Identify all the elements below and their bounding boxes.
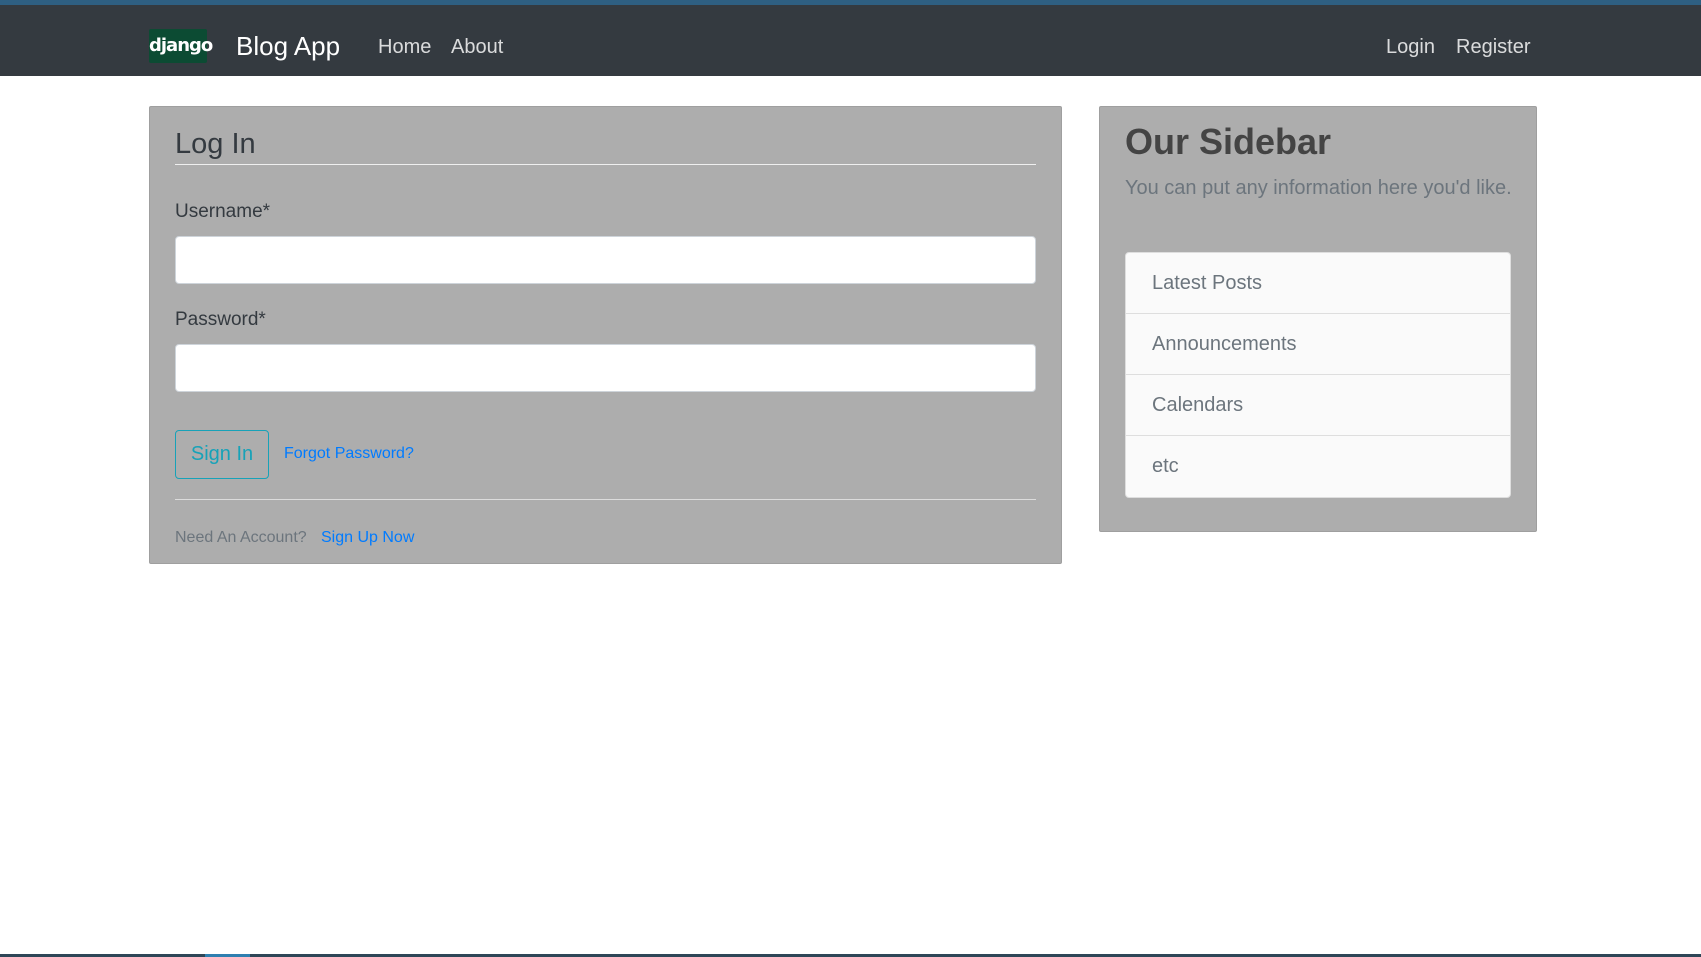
sidebar-item-etc[interactable]: etc bbox=[1126, 436, 1510, 497]
title-divider bbox=[175, 164, 1036, 165]
django-logo[interactable]: django bbox=[149, 29, 213, 63]
login-card bbox=[149, 106, 1062, 564]
sidebar-list: Latest Posts Announcements Calendars etc bbox=[1125, 252, 1511, 498]
username-input[interactable] bbox=[175, 236, 1036, 284]
sidebar-item-announcements[interactable]: Announcements bbox=[1126, 314, 1510, 375]
sidebar-title: Our Sidebar bbox=[1125, 121, 1332, 162]
nav-about-link[interactable]: About bbox=[451, 32, 503, 62]
form-footer-divider bbox=[175, 499, 1036, 500]
sidebar-item-calendars[interactable]: Calendars bbox=[1126, 375, 1510, 436]
brand-link[interactable]: Blog App bbox=[236, 28, 340, 64]
password-input[interactable] bbox=[175, 344, 1036, 392]
nav-home-link[interactable]: Home bbox=[378, 32, 431, 62]
sign-up-link[interactable]: Sign Up Now bbox=[321, 527, 414, 549]
sign-in-button[interactable]: Sign In bbox=[175, 430, 269, 479]
sidebar-description: You can put any information here you'd l… bbox=[1125, 177, 1512, 199]
username-label: Username* bbox=[175, 201, 271, 222]
navbar: django Blog App Home About Login Registe… bbox=[0, 5, 1701, 76]
sidebar-item-latest-posts[interactable]: Latest Posts bbox=[1126, 253, 1510, 314]
password-label: Password* bbox=[175, 309, 266, 330]
need-account-text: Need An Account? bbox=[175, 529, 307, 546]
login-title: Log In bbox=[175, 128, 256, 160]
nav-login-link[interactable]: Login bbox=[1386, 32, 1435, 62]
forgot-password-link[interactable]: Forgot Password? bbox=[284, 443, 414, 465]
nav-register-link[interactable]: Register bbox=[1456, 32, 1530, 62]
